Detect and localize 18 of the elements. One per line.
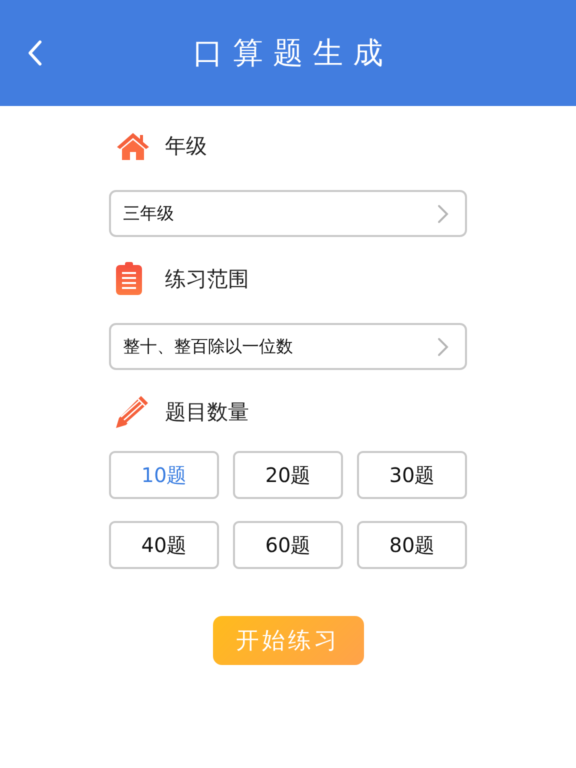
- house-icon: [115, 131, 151, 161]
- clipboard-icon: [115, 262, 143, 296]
- count-option[interactable]: 10题: [109, 451, 219, 499]
- back-icon[interactable]: [27, 39, 43, 67]
- chevron-icon: [437, 336, 449, 356]
- count-option[interactable]: 40题: [109, 521, 219, 569]
- page-title: 口算题生成: [193, 34, 393, 72]
- pencil-icon: [115, 395, 149, 429]
- chevron-icon: [437, 204, 449, 224]
- section-heading: 年级: [165, 133, 207, 160]
- section-heading: 练习范围: [165, 266, 249, 293]
- select-field[interactable]: 整十、整百除以一位数: [109, 323, 467, 370]
- count-option[interactable]: 20题: [233, 451, 343, 499]
- count-option[interactable]: 30题: [357, 451, 467, 499]
- count-option[interactable]: 80题: [357, 521, 467, 569]
- select-field[interactable]: 三年级: [109, 190, 467, 237]
- count-option[interactable]: 60题: [233, 521, 343, 569]
- section-heading: 题目数量: [165, 399, 249, 426]
